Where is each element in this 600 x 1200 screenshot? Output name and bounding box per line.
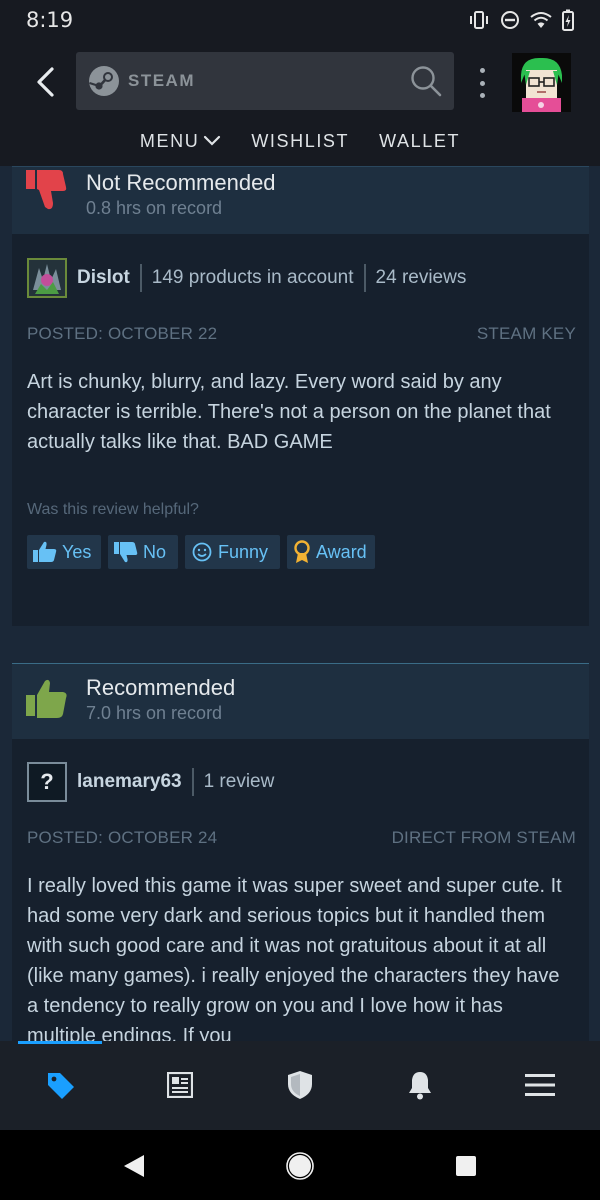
helpful-question: Was this review helpful? [27,501,199,518]
posted-row: POSTED: OCTOBER 22 STEAM KEY [12,324,589,344]
vote-yes-label: Yes [62,541,92,562]
recents-square-icon [456,1156,476,1176]
tab-menu[interactable] [520,1065,560,1105]
android-navigation-bar [0,1130,600,1200]
review-text: I really loved this game it was super sw… [27,875,562,1047]
thumbs-up-icon [33,541,57,562]
author-review-count[interactable]: 1 review [204,771,275,793]
thumbs-down-icon [114,542,138,563]
header: STEAM MENU WISHLIST WALLET [0,40,600,166]
vote-no-label: No [143,541,167,562]
android-home-button[interactable] [282,1148,318,1184]
user-avatar[interactable] [512,53,571,112]
steam-logo: STEAM [88,65,195,97]
review-card: Not Recommended 0.8 hrs on record Dislot… [12,166,589,626]
chevron-down-icon [204,135,221,146]
nav-wishlist[interactable]: WISHLIST [236,126,364,156]
review-header: Not Recommended 0.8 hrs on record [12,166,589,234]
review-verdict: Not Recommended [86,170,276,195]
purchase-source: STEAM KEY [476,324,576,343]
bell-icon [409,1072,431,1100]
award-button[interactable]: Award [287,535,375,569]
tab-notifications[interactable] [400,1065,440,1105]
author-avatar-image [29,260,65,296]
status-time: 8:19 [26,8,74,32]
tab-security[interactable] [280,1065,320,1105]
review-verdict: Recommended [86,675,236,700]
news-icon [167,1072,193,1098]
active-tab-indicator [18,1041,102,1044]
search-brand-label: STEAM [128,71,195,90]
author-products: 149 products in account [151,267,354,288]
home-circle-icon [286,1152,314,1180]
review-author-row: ? lanemary63 1 review [12,761,589,803]
review-hours: 7.0 hrs on record [86,703,223,723]
store-tag-icon [48,1073,74,1099]
review-hours: 0.8 hrs on record [86,198,223,218]
user-avatar-image [512,53,571,112]
author-name[interactable]: Dislot [77,267,130,289]
review-verdict-block: Not Recommended 0.8 hrs on record [86,170,276,219]
thumbs-up-icon [26,679,67,718]
author-avatar[interactable]: ? [27,762,67,802]
meta-divider [363,264,366,292]
smiley-icon [192,542,212,562]
battery-icon [562,9,574,31]
author-review-count[interactable]: 24 reviews [376,267,467,289]
vote-no-button[interactable]: No [108,535,178,569]
posted-row: POSTED: OCTOBER 24 DIRECT FROM STEAM [12,828,589,848]
top-nav: MENU WISHLIST WALLET [0,126,600,156]
tab-store[interactable] [40,1065,80,1105]
back-triangle-icon [124,1155,144,1177]
posted-date: POSTED: OCTOBER 22 [27,324,218,343]
wifi-icon [530,12,552,28]
do-not-disturb-icon [501,11,519,29]
nav-menu[interactable]: MENU [125,126,236,156]
vote-buttons: Yes No Funny Award [12,535,589,569]
vote-yes-button[interactable]: Yes [27,535,101,569]
steam-logo-icon [89,66,119,96]
posted-date: POSTED: OCTOBER 24 [27,828,218,847]
tab-news[interactable] [160,1065,200,1105]
review-author-row: Dislot 149 products in account 24 review… [12,257,589,299]
author-name[interactable]: lanemary63 [77,771,182,793]
meta-divider [191,768,194,796]
menu-icon [525,1074,555,1096]
status-icons [468,9,574,31]
award-ribbon-icon [294,540,310,563]
review-card: Recommended 7.0 hrs on record ? lanemary… [12,663,589,1047]
vibrate-icon [470,11,488,29]
thumbs-down-icon [26,170,67,210]
nav-menu-label: MENU [139,130,200,151]
search-box[interactable]: STEAM [76,52,454,110]
back-button[interactable] [28,62,62,102]
nav-wallet[interactable]: WALLET [364,126,475,156]
vote-funny-label: Funny [218,541,269,562]
author-avatar[interactable] [27,258,67,298]
purchase-source: DIRECT FROM STEAM [391,828,576,847]
search-icon[interactable] [410,65,442,97]
review-header: Recommended 7.0 hrs on record [12,663,589,739]
overflow-menu-button[interactable] [472,68,492,98]
vote-funny-button[interactable]: Funny [185,535,280,569]
review-text: Art is chunky, blurry, and lazy. Every w… [27,371,551,453]
android-recents-button[interactable] [448,1148,484,1184]
award-label: Award [316,541,367,562]
android-back-button[interactable] [116,1148,152,1184]
bottom-tab-bar [0,1041,600,1130]
review-verdict-block: Recommended 7.0 hrs on record [86,675,235,724]
status-bar: 8:19 [0,0,600,40]
back-arrow-icon [37,67,54,97]
shield-icon [288,1071,312,1099]
meta-divider [139,264,142,292]
